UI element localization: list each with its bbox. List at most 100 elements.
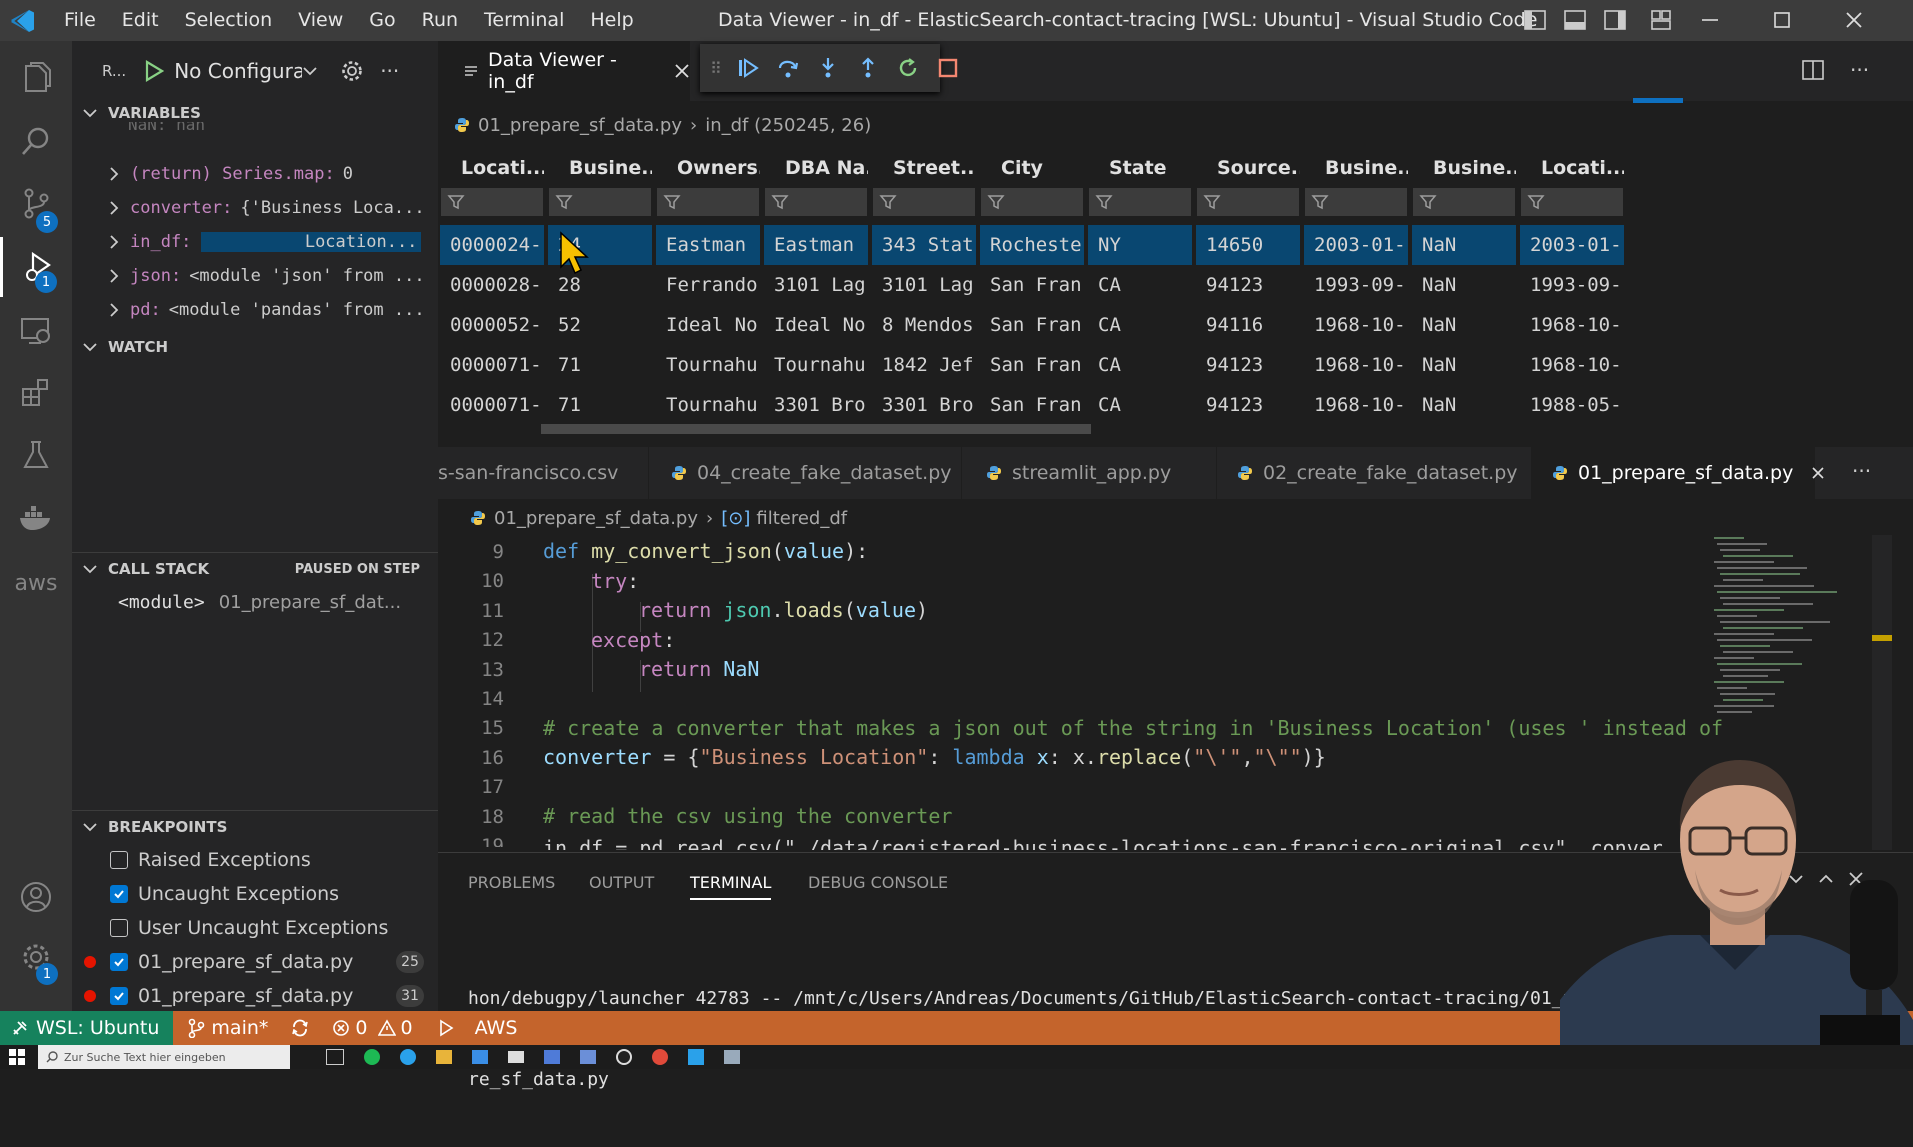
- table-cell[interactable]: Ferrando...: [656, 265, 760, 305]
- variables-section-header[interactable]: VARIABLES: [72, 97, 438, 129]
- code-line-11[interactable]: return json.loads(value): [639, 598, 928, 622]
- table-cell[interactable]: 94123: [1196, 345, 1300, 385]
- table-cell[interactable]: 3301 Bro...: [764, 385, 868, 425]
- table-cell[interactable]: San Fran...: [980, 345, 1084, 385]
- table-cell[interactable]: 0000052-...: [440, 305, 544, 345]
- breadcrumb-variable[interactable]: in_df (250245, 26): [705, 115, 871, 136]
- step-into-icon[interactable]: [816, 56, 840, 80]
- breakpoint-checkbox[interactable]: [110, 987, 128, 1005]
- manage-gear-icon[interactable]: 1: [0, 927, 72, 987]
- step-out-icon[interactable]: [856, 56, 880, 80]
- vscode-taskbar-icon[interactable]: [688, 1049, 704, 1065]
- code-line-15[interactable]: # create a converter that makes a json o…: [543, 716, 1723, 740]
- accounts-icon[interactable]: [0, 867, 72, 927]
- aws-icon[interactable]: aws: [0, 553, 72, 613]
- variable-row[interactable]: (return) Series.map: 0: [72, 157, 438, 191]
- tab-04-create-fake-dataset[interactable]: 04_create_fake_dataset.py: [649, 447, 962, 499]
- table-cell[interactable]: NaN: [1412, 225, 1516, 265]
- windows-start-icon[interactable]: [8, 1048, 26, 1066]
- file-explorer-icon[interactable]: [436, 1050, 452, 1064]
- column-header[interactable]: Locati...: [1518, 150, 1624, 186]
- table-cell[interactable]: Tournahu...: [764, 345, 868, 385]
- code-line-18[interactable]: # read the csv using the converter: [543, 804, 952, 828]
- minimize-icon[interactable]: [1700, 8, 1720, 32]
- problems-status[interactable]: 0 0: [332, 1017, 413, 1039]
- store-icon[interactable]: [472, 1050, 488, 1064]
- table-cell[interactable]: 2003-01-...: [1304, 225, 1408, 265]
- table-cell[interactable]: Eastman ...: [656, 225, 760, 265]
- table-cell[interactable]: CA: [1088, 305, 1192, 345]
- column-header[interactable]: City: [978, 150, 1084, 186]
- breakpoint-checkbox[interactable]: [110, 885, 128, 903]
- breakpoint-row[interactable]: 01_prepare_sf_data.py 31: [72, 979, 438, 1013]
- app-icon[interactable]: [724, 1050, 740, 1064]
- table-cell[interactable]: 1968-10-...: [1304, 385, 1408, 425]
- column-filter-input[interactable]: [1413, 188, 1515, 216]
- variable-row[interactable]: in_df: Location...: [72, 225, 438, 259]
- source-control-icon[interactable]: 5: [0, 173, 72, 233]
- table-cell[interactable]: 1968-10-: [1520, 345, 1624, 385]
- explorer-icon[interactable]: [0, 49, 72, 109]
- table-cell[interactable]: San Fran...: [980, 265, 1084, 305]
- customize-layout-icon[interactable]: [1650, 9, 1672, 31]
- column-header[interactable]: Busine...: [546, 150, 652, 186]
- column-filter-input[interactable]: [657, 188, 759, 216]
- stop-icon[interactable]: [936, 56, 960, 80]
- table-cell[interactable]: 1993-09-...: [1304, 265, 1408, 305]
- docker-icon[interactable]: [0, 487, 72, 547]
- column-header[interactable]: State: [1086, 150, 1192, 186]
- close-window-icon[interactable]: [1844, 8, 1864, 32]
- taskbar-search-box[interactable]: Zur Suche Text hier eingeben: [38, 1045, 290, 1069]
- call-stack-section-header[interactable]: CALL STACK PAUSED ON STEP: [72, 552, 438, 585]
- tab-debug-console[interactable]: DEBUG CONSOLE: [808, 873, 948, 892]
- app-icon[interactable]: [544, 1050, 560, 1064]
- column-filter-input[interactable]: [441, 188, 543, 216]
- menu-terminal[interactable]: Terminal: [484, 9, 564, 31]
- split-editor-icon[interactable]: [1802, 59, 1824, 81]
- table-cell[interactable]: 3301 Bro...: [872, 385, 976, 425]
- tab-data-viewer[interactable]: Data Viewer - in_df: [438, 41, 690, 101]
- table-cell[interactable]: Eastman ...: [764, 225, 868, 265]
- toggle-sidebar-icon[interactable]: [1524, 9, 1546, 31]
- code-line-12[interactable]: except:: [591, 628, 675, 652]
- column-header[interactable]: Source...: [1194, 150, 1300, 186]
- table-cell[interactable]: 3101 Lag...: [764, 265, 868, 305]
- table-row[interactable]: 0000024-...24Eastman ...Eastman ...343 S…: [438, 225, 1913, 265]
- tab-terminal[interactable]: TERMINAL: [690, 873, 772, 900]
- call-stack-frame[interactable]: <module> 01_prepare_sf_dat...: [72, 585, 438, 619]
- table-cell[interactable]: NaN: [1412, 305, 1516, 345]
- debug-target-icon[interactable]: [437, 1018, 457, 1038]
- column-header[interactable]: Street...: [870, 150, 976, 186]
- table-row[interactable]: 0000071-...71Tournahu...Tournahu...1842 …: [438, 345, 1913, 385]
- breakpoint-row[interactable]: 01_prepare_sf_data.py 25: [72, 945, 438, 979]
- column-header[interactable]: Busine...: [1302, 150, 1408, 186]
- variable-row[interactable]: json: <module 'json' from ...: [72, 259, 438, 293]
- edge-icon[interactable]: [400, 1049, 416, 1065]
- watch-section-header[interactable]: WATCH: [72, 331, 438, 363]
- table-cell[interactable]: 52: [548, 305, 652, 345]
- testing-icon[interactable]: [0, 425, 72, 485]
- chevron-right-icon[interactable]: [108, 234, 120, 250]
- table-cell[interactable]: NY: [1088, 225, 1192, 265]
- column-filter-input[interactable]: [1197, 188, 1299, 216]
- tab-problems[interactable]: PROBLEMS: [468, 873, 555, 892]
- breakpoints-section-header[interactable]: BREAKPOINTS: [72, 810, 438, 843]
- column-filter-input[interactable]: [981, 188, 1083, 216]
- table-cell[interactable]: 0000028-...: [440, 265, 544, 305]
- mail-icon[interactable]: [508, 1051, 524, 1063]
- table-cell[interactable]: 94123: [1196, 385, 1300, 425]
- chevron-right-icon[interactable]: [108, 302, 120, 318]
- code-line-16[interactable]: converter = {"Business Location": lambda…: [543, 745, 1326, 769]
- table-cell[interactable]: CA: [1088, 345, 1192, 385]
- drag-handle-icon[interactable]: ⠿: [710, 59, 722, 78]
- breakpoint-row[interactable]: User Uncaught Exceptions: [72, 911, 438, 945]
- table-cell[interactable]: 1968-10-: [1520, 305, 1624, 345]
- table-cell[interactable]: San Fran...: [980, 385, 1084, 425]
- breakpoint-checkbox[interactable]: [110, 851, 128, 869]
- breakpoint-row[interactable]: Uncaught Exceptions: [72, 877, 438, 911]
- start-debugging-icon[interactable]: [144, 60, 165, 82]
- continue-icon[interactable]: [736, 56, 760, 80]
- tab-01-prepare-sf-data[interactable]: 01_prepare_sf_data.py: [1532, 447, 1824, 499]
- code-breadcrumb-symbol[interactable]: filtered_df: [756, 508, 847, 529]
- code-line-9[interactable]: def my_convert_json(value):: [543, 539, 868, 563]
